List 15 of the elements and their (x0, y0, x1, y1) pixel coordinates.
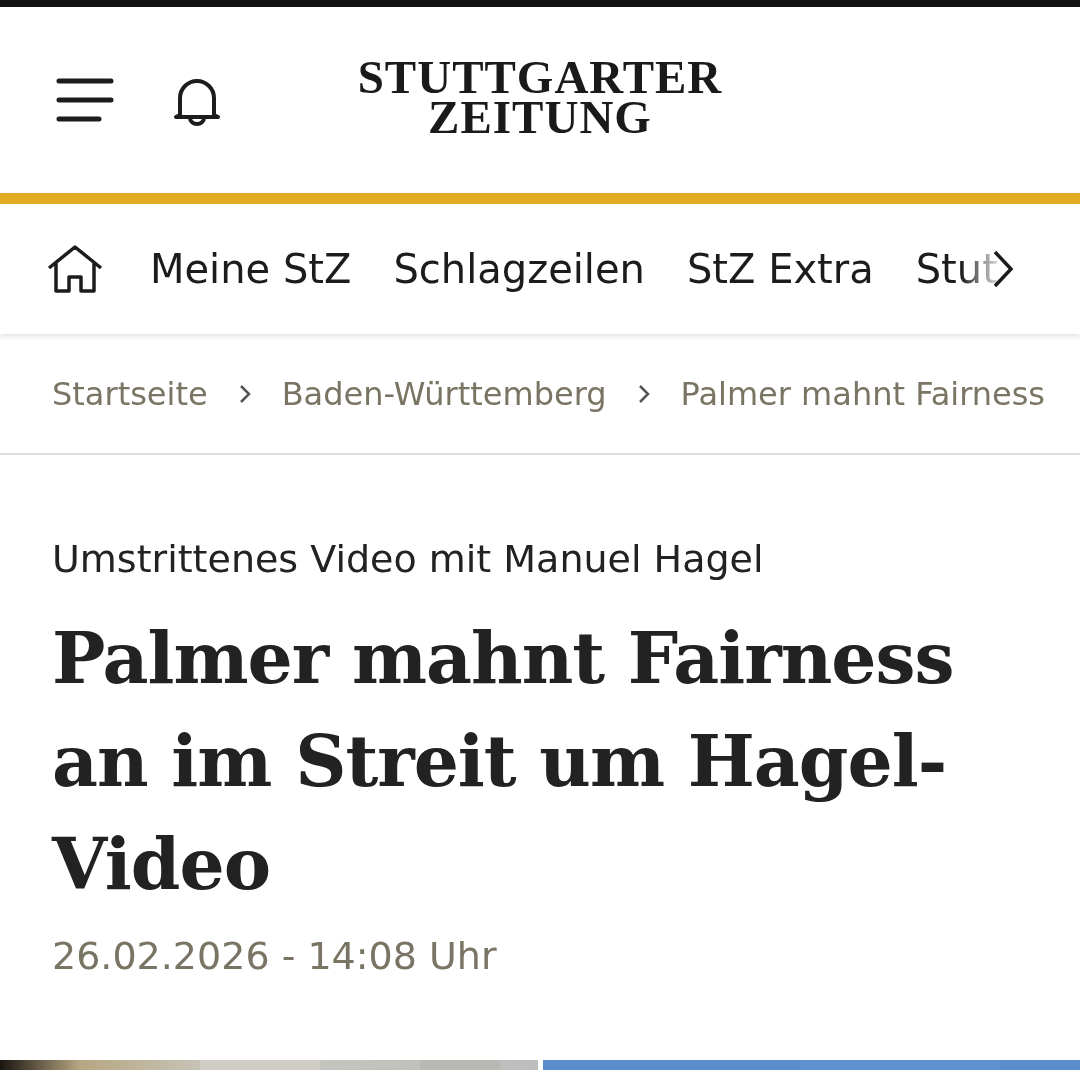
article-kicker: Umstrittenes Video mit Manuel Hagel (52, 537, 765, 581)
breadcrumb-link[interactable]: Palmer mahnt Fairness (680, 374, 1046, 413)
chevron-right-icon (237, 382, 252, 405)
chevron-right-icon (636, 382, 651, 405)
nav-link[interactable]: StZ Extra (686, 246, 874, 292)
home-icon[interactable] (46, 244, 104, 294)
breadcrumb-link[interactable]: Baden-Württemberg (281, 374, 607, 413)
menu-icon (56, 76, 114, 124)
menu-button[interactable] (56, 76, 114, 124)
nav-link[interactable]: Schlagzeilen (393, 246, 645, 292)
nav-link[interactable]: Meine StZ (150, 246, 352, 292)
article-headline: Palmer mahnt Fairness an im Streit um Hagel-Video (52, 615, 955, 908)
newspaper-logo[interactable]: STUTTGARTER ZEITUNG (330, 57, 750, 137)
article-date: 26.02.2026 - 14:08 Uhr (52, 934, 498, 978)
breadcrumb-link[interactable]: Startseite (52, 374, 208, 413)
